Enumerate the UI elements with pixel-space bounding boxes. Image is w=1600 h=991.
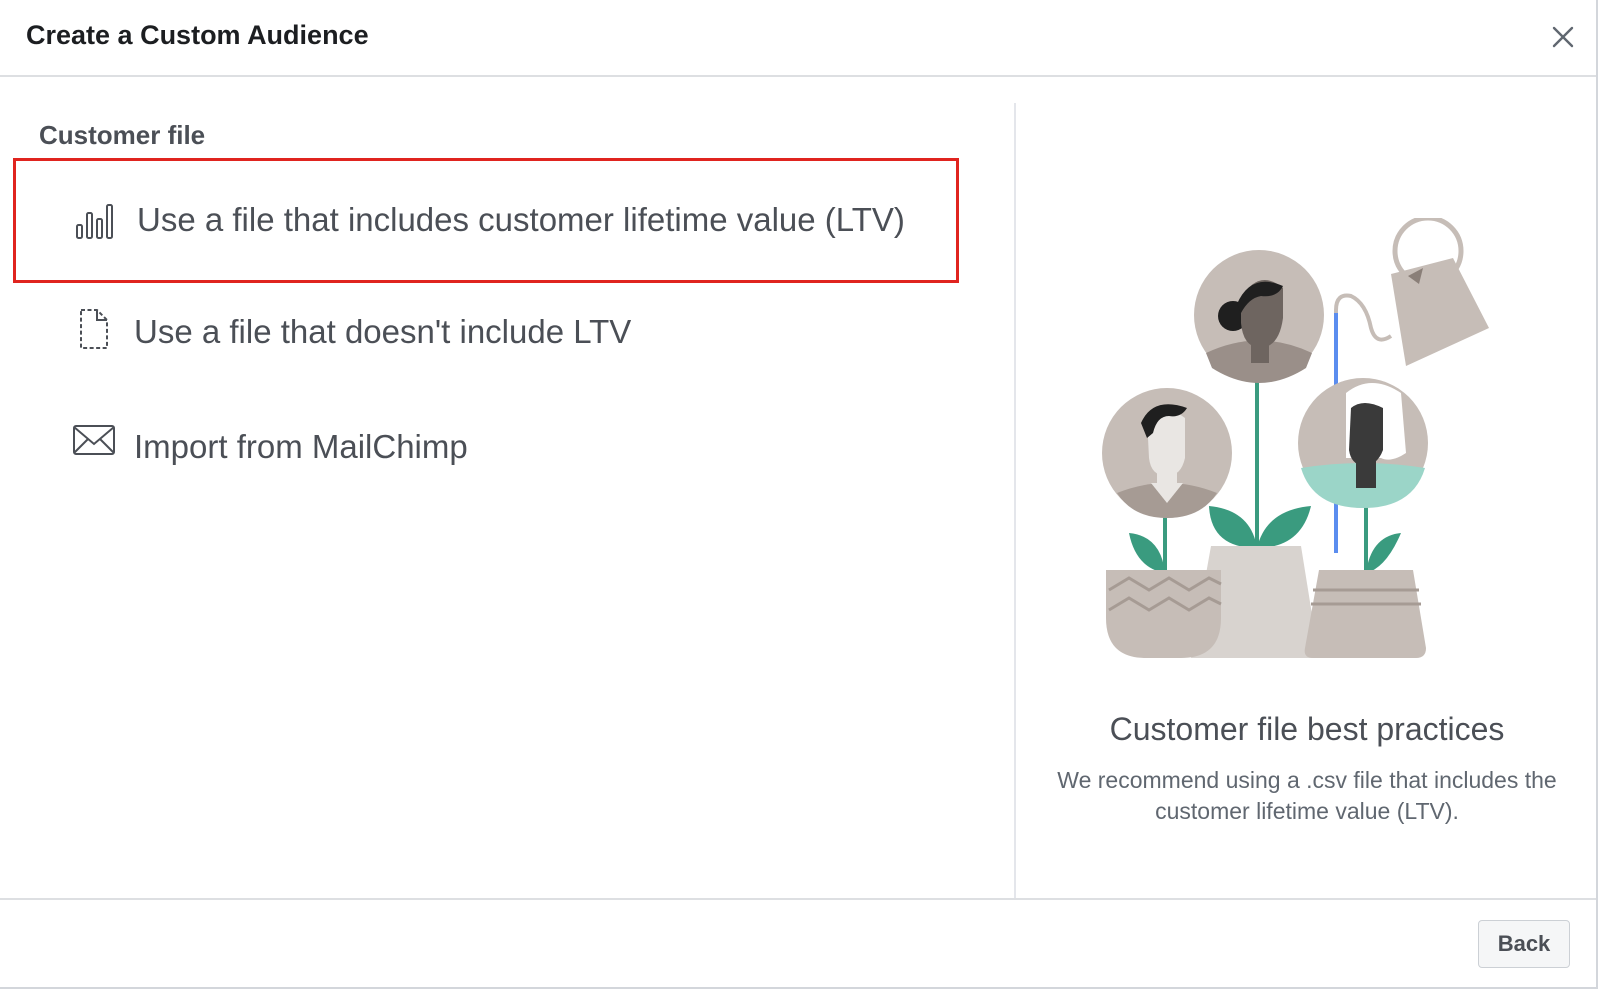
dialog-header: Create a Custom Audience xyxy=(0,0,1596,77)
close-icon xyxy=(1552,26,1574,48)
option-label: Import from MailChimp xyxy=(134,428,468,465)
dialog-title: Create a Custom Audience xyxy=(26,20,369,50)
option-file-with-ltv[interactable]: Use a file that includes customer lifeti… xyxy=(13,158,959,283)
option-label: Use a file that doesn't include LTV xyxy=(134,313,632,350)
option-file-without-ltv[interactable]: Use a file that doesn't include LTV xyxy=(13,273,959,398)
envelope-icon xyxy=(73,425,115,455)
options-panel: Customer file Use a file that includes c… xyxy=(0,103,1014,898)
document-icon xyxy=(80,309,108,349)
bar-chart-icon xyxy=(76,204,113,239)
best-practices-panel: Customer file best practices We recommen… xyxy=(1016,103,1598,898)
best-practices-description: We recommend using a .csv file that incl… xyxy=(1057,767,1557,824)
close-button[interactable] xyxy=(1546,20,1580,54)
section-title: Customer file xyxy=(39,120,206,150)
custom-audience-dialog: Create a Custom Audience Customer file U… xyxy=(0,0,1598,989)
people-plants-illustration xyxy=(1102,218,1489,658)
option-label: Use a file that includes customer lifeti… xyxy=(137,201,905,238)
best-practices-title: Customer file best practices xyxy=(1109,711,1505,747)
footer-divider xyxy=(0,898,1596,900)
option-import-mailchimp[interactable]: Import from MailChimp xyxy=(13,388,959,513)
back-button[interactable]: Back xyxy=(1478,920,1570,968)
